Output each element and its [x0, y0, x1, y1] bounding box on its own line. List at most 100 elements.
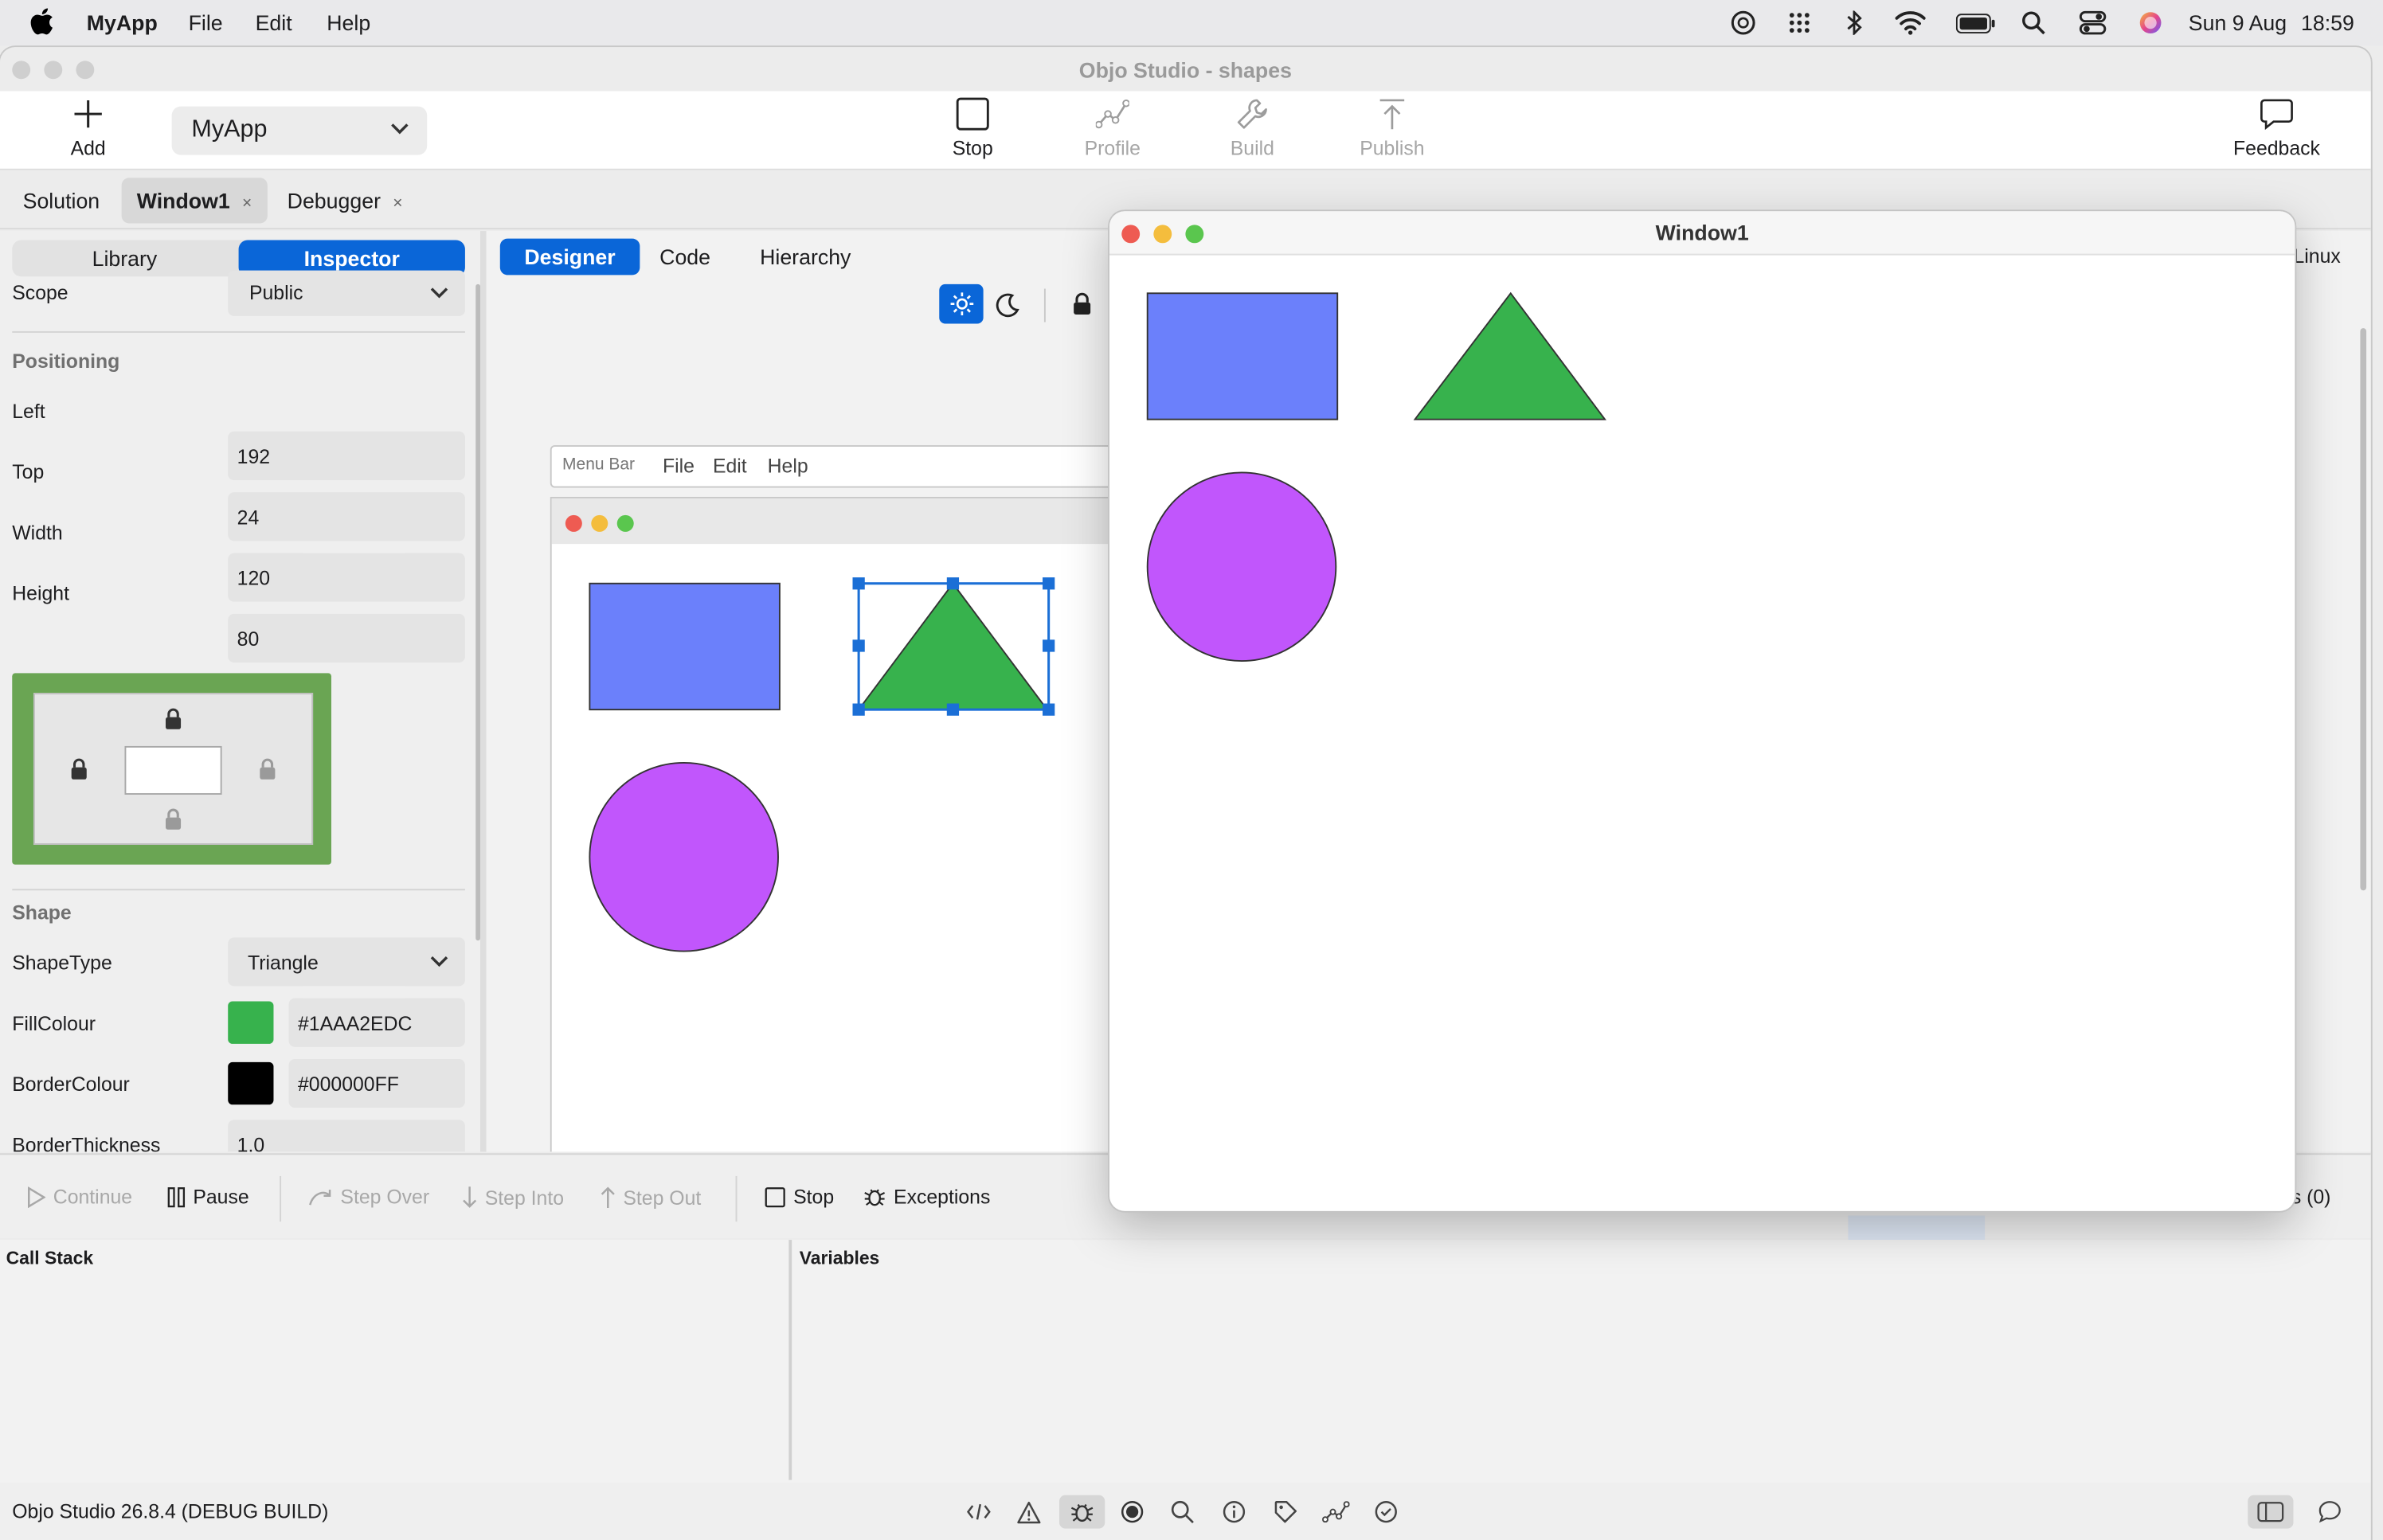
stop-icon — [956, 91, 989, 136]
run-window-titlebar: Window1 — [1109, 211, 2295, 256]
menu-file[interactable]: File — [189, 10, 223, 35]
step-out-button[interactable]: Step Out — [601, 1185, 701, 1210]
pause-icon — [167, 1186, 186, 1207]
pause-label: Pause — [193, 1185, 249, 1209]
lock-bottom-icon[interactable] — [164, 808, 182, 830]
fillcolour-label: FillColour — [12, 1011, 96, 1035]
divider — [12, 330, 465, 333]
profile-button[interactable]: Profile — [1074, 91, 1150, 170]
design-menu-help[interactable]: Help — [768, 455, 808, 478]
circle-shape[interactable] — [589, 761, 779, 952]
window-title: Objo Studio - shapes — [1078, 57, 1292, 83]
light-mode-button[interactable] — [939, 283, 984, 324]
record-icon[interactable] — [1117, 1498, 1148, 1525]
tab-window1[interactable]: Window1 × — [121, 178, 268, 224]
step-over-button[interactable]: Step Over — [308, 1185, 429, 1208]
battery-icon[interactable] — [1955, 8, 1997, 38]
lock-right-icon[interactable] — [258, 758, 276, 780]
top-field[interactable]: 24 — [228, 492, 465, 541]
fillcolour-field[interactable]: #1AAA2EDC — [288, 998, 465, 1047]
feedback-button[interactable]: Feedback — [2228, 91, 2325, 170]
step-into-button[interactable]: Step Into — [462, 1185, 564, 1210]
profile-graph-icon[interactable] — [1321, 1498, 1351, 1525]
minimize-dot — [591, 514, 608, 532]
bluetooth-icon[interactable] — [1837, 8, 1871, 38]
menubar-time: 18:59 — [2301, 10, 2354, 35]
design-menu-bar[interactable]: Menu Bar File Edit Help — [550, 445, 1159, 488]
designer-scrollbar[interactable] — [2360, 328, 2367, 891]
height-field[interactable]: 80 — [228, 613, 465, 663]
code-icon[interactable] — [964, 1498, 994, 1525]
debugger-bug-icon[interactable] — [1059, 1495, 1105, 1529]
design-shapes-layer — [589, 577, 1055, 952]
wifi-icon[interactable] — [1894, 8, 1927, 38]
pane-splitter[interactable] — [788, 1240, 792, 1480]
tab-solution[interactable]: Solution — [8, 178, 115, 223]
divider — [280, 1175, 282, 1222]
main-toolbar: Add MyApp Stop Profile Build Publish Fee… — [0, 91, 2371, 170]
library-tab[interactable]: Library — [12, 240, 237, 276]
lock-icon[interactable] — [1071, 291, 1093, 316]
check-circle-icon[interactable] — [1371, 1498, 1401, 1525]
lock-top-icon[interactable] — [164, 708, 182, 729]
rectangle-shape[interactable] — [589, 582, 781, 711]
divider — [12, 889, 465, 891]
menu-edit[interactable]: Edit — [256, 10, 292, 35]
app-selector[interactable]: MyApp — [171, 106, 428, 155]
panel-splitter[interactable] — [479, 231, 487, 1152]
siri-icon[interactable] — [2134, 8, 2167, 38]
apple-icon[interactable] — [30, 8, 55, 35]
step-over-icon — [308, 1186, 333, 1207]
debug-stop-button[interactable]: Stop — [765, 1185, 834, 1208]
design-menu-edit[interactable]: Edit — [713, 455, 747, 478]
warning-icon[interactable] — [1014, 1498, 1044, 1525]
close-tab-icon[interactable]: × — [242, 194, 252, 213]
shapetype-select[interactable]: Triangle — [228, 937, 465, 987]
fillcolour-swatch[interactable] — [228, 1001, 274, 1044]
top-label: Top — [12, 460, 45, 483]
tag-icon[interactable] — [1270, 1498, 1301, 1525]
menubar-app-name[interactable]: MyApp — [87, 10, 158, 35]
borderthickness-field[interactable]: 1.0 — [228, 1120, 465, 1152]
info-icon[interactable] — [1219, 1498, 1249, 1525]
build-button[interactable]: Build — [1222, 91, 1282, 170]
triangle-shape — [1413, 291, 1606, 420]
run-window1[interactable]: Window1 — [1109, 211, 2295, 1211]
triangle-shape[interactable] — [857, 582, 1049, 711]
publish-button[interactable]: Publish — [1354, 91, 1430, 170]
chatgpt-icon[interactable] — [1727, 8, 1760, 38]
divider — [1043, 288, 1046, 322]
control-center-icon[interactable] — [2076, 8, 2110, 38]
dots-grid-icon[interactable] — [1782, 8, 1816, 38]
bordercolour-swatch[interactable] — [228, 1061, 274, 1105]
exceptions-button[interactable]: Exceptions — [863, 1185, 990, 1208]
width-field[interactable]: 120 — [228, 553, 465, 602]
left-field[interactable]: 192 — [228, 431, 465, 480]
lock-left-icon[interactable] — [70, 758, 88, 780]
design-window-canvas[interactable] — [550, 496, 1160, 1152]
tab-code[interactable]: Code — [636, 239, 735, 276]
close-tab-icon[interactable]: × — [393, 194, 402, 213]
continue-button[interactable]: Continue — [27, 1185, 132, 1208]
tab-designer[interactable]: Designer — [499, 238, 640, 276]
dark-mode-button[interactable] — [991, 289, 1024, 322]
sidebar-toggle-icon[interactable] — [2248, 1495, 2294, 1529]
search-icon[interactable] — [1167, 1498, 1197, 1525]
search-icon[interactable] — [2017, 8, 2050, 38]
tab-hierarchy[interactable]: Hierarchy — [736, 239, 875, 276]
bordercolour-field[interactable]: #000000FF — [288, 1059, 465, 1108]
tab-debugger-label: Debugger — [287, 188, 382, 213]
design-menu-file[interactable]: File — [663, 455, 695, 478]
chevron-down-icon — [430, 956, 448, 967]
menu-help[interactable]: Help — [327, 10, 370, 35]
divider — [735, 1175, 738, 1222]
tab-debugger[interactable]: Debugger × — [272, 178, 418, 223]
scope-select[interactable]: Public — [228, 270, 465, 316]
stop-button[interactable]: Stop — [942, 91, 1003, 170]
height-label: Height — [12, 581, 69, 605]
pause-button[interactable]: Pause — [167, 1185, 249, 1208]
chevron-down-icon — [390, 123, 409, 135]
platform-label[interactable]: Linux — [2293, 244, 2340, 268]
add-button[interactable]: Add — [61, 91, 115, 170]
chat-bubble-icon[interactable] — [2315, 1498, 2345, 1525]
